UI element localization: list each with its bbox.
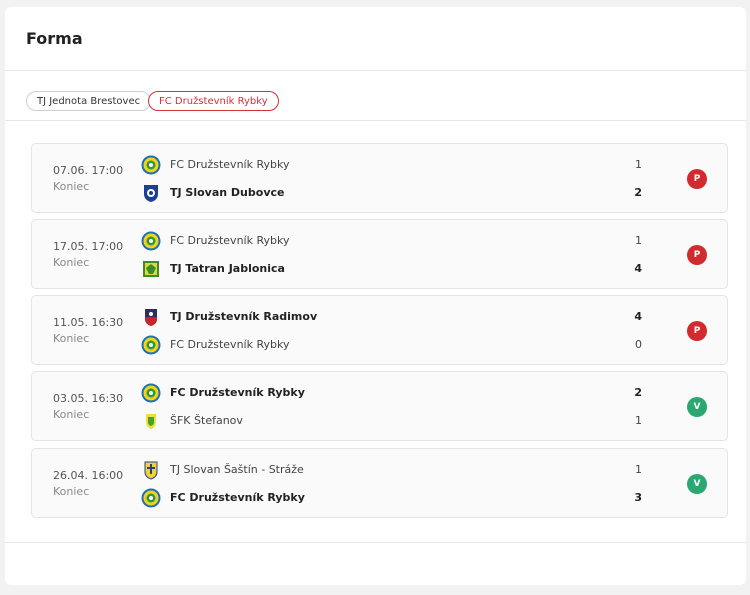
score-home: 1 xyxy=(635,234,642,247)
tab-team-rybky[interactable]: FC Družstevník Rybky xyxy=(148,91,279,111)
match-date: 03.05. 16:30 xyxy=(53,392,124,405)
radimov-crest-icon xyxy=(145,309,157,326)
divider xyxy=(5,542,746,543)
team-name: ŠFK Štefanov xyxy=(170,414,243,427)
team-name: FC Družstevník Rybky xyxy=(170,491,305,504)
match-row[interactable]: 03.05. 16:30 Koniec FC Družstevník Rybky… xyxy=(31,371,728,441)
rybky-crest-icon xyxy=(141,335,161,355)
score-home: 1 xyxy=(635,158,642,171)
team-name: TJ Slovan Dubovce xyxy=(170,186,285,199)
match-status: Koniec xyxy=(53,485,90,498)
result-badge: V xyxy=(687,397,707,417)
team-name: FC Družstevník Rybky xyxy=(170,338,290,351)
tab-team-brestovec[interactable]: TJ Jednota Brestovec xyxy=(26,91,152,111)
sastin-crest-icon xyxy=(144,461,158,480)
match-date: 26.04. 16:00 xyxy=(53,469,124,482)
match-date: 11.05. 16:30 xyxy=(53,316,124,329)
match-status: Koniec xyxy=(53,408,90,421)
team-name: TJ Slovan Šaštín - Stráže xyxy=(170,463,304,476)
team-name: FC Družstevník Rybky xyxy=(170,234,290,247)
score-home: 2 xyxy=(634,386,642,399)
stefanov-crest-icon xyxy=(146,414,156,429)
team-name: TJ Družstevník Radimov xyxy=(170,310,318,323)
match-status: Koniec xyxy=(53,332,90,345)
match-row[interactable]: 07.06. 17:00 Koniec FC Družstevník Rybky… xyxy=(31,143,728,213)
rybky-crest-icon xyxy=(141,231,161,251)
score-away: 3 xyxy=(634,491,642,504)
match-status: Koniec xyxy=(53,180,90,193)
rybky-crest-icon xyxy=(141,488,161,508)
match-row[interactable]: 26.04. 16:00 Koniec TJ Slovan Šaštín - S… xyxy=(31,448,728,518)
result-badge: V xyxy=(687,474,707,494)
score-away: 4 xyxy=(634,262,642,275)
result-badge: P xyxy=(687,169,707,189)
jablonica-crest-icon xyxy=(143,261,159,277)
dubovce-crest-icon xyxy=(144,185,158,202)
rybky-crest-icon xyxy=(141,383,161,403)
result-badge: P xyxy=(687,321,707,341)
team-name: FC Družstevník Rybky xyxy=(170,386,305,399)
match-date: 17.05. 17:00 xyxy=(53,240,124,253)
score-home: 1 xyxy=(635,463,642,476)
score-away: 2 xyxy=(634,186,642,199)
score-home: 4 xyxy=(634,310,642,323)
match-status: Koniec xyxy=(53,256,90,269)
match-row[interactable]: 11.05. 16:30 Koniec TJ Družstevník Radim… xyxy=(31,295,728,365)
score-away: 1 xyxy=(635,414,642,427)
form-widget: Forma TJ Jednota Brestovec FC Družstevní… xyxy=(5,7,746,585)
team-name: FC Družstevník Rybky xyxy=(170,158,290,171)
widget-title: Forma xyxy=(26,29,83,48)
score-away: 0 xyxy=(635,338,642,351)
divider xyxy=(5,70,746,71)
match-row[interactable]: 17.05. 17:00 Koniec FC Družstevník Rybky… xyxy=(31,219,728,289)
team-name: TJ Tatran Jablonica xyxy=(170,262,285,275)
divider xyxy=(5,120,746,121)
rybky-crest-icon xyxy=(141,155,161,175)
result-badge: P xyxy=(687,245,707,265)
match-date: 07.06. 17:00 xyxy=(53,164,124,177)
